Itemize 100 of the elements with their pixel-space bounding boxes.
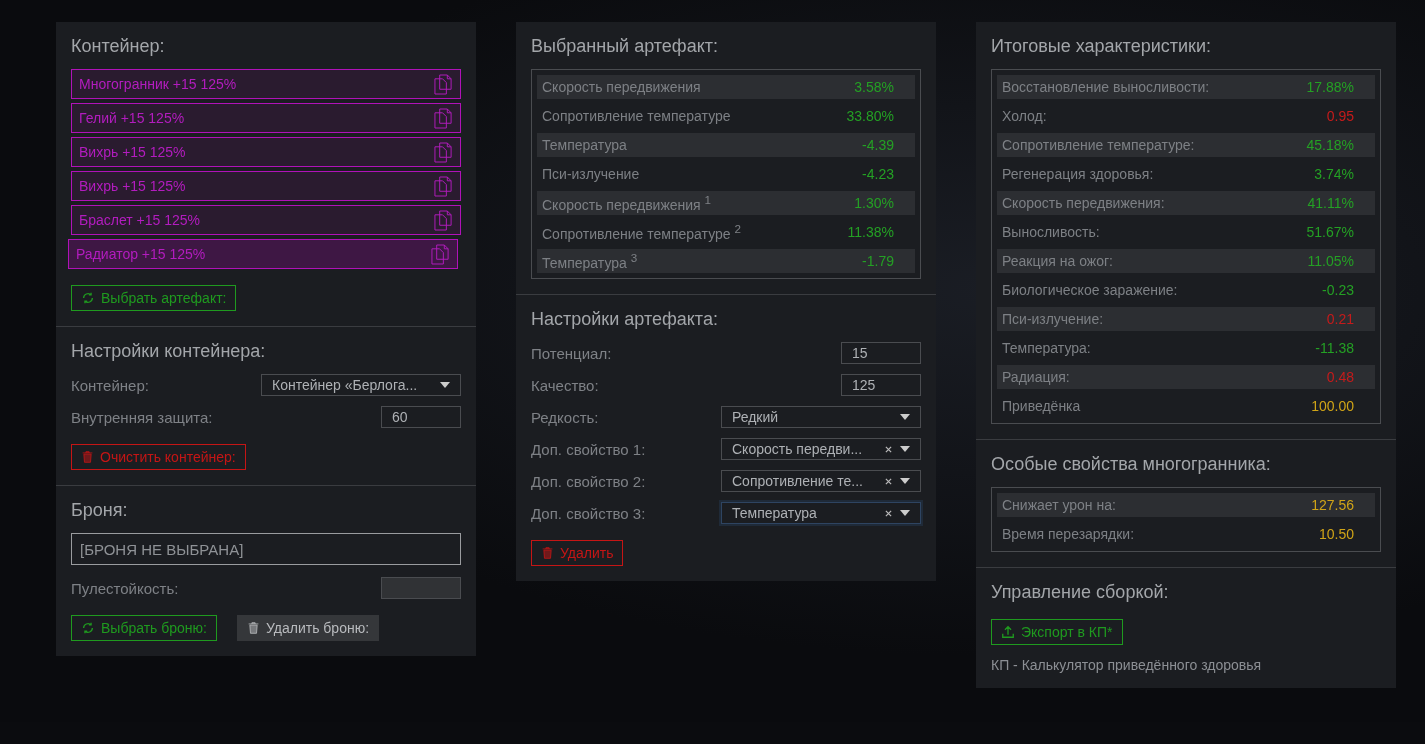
stat-value: 33.80% xyxy=(846,108,894,124)
stat-name: Скорость передвижения: xyxy=(1002,195,1165,211)
stat-name: Время перезарядки: xyxy=(1002,526,1135,542)
delete-button[interactable]: Удалить броню: xyxy=(237,615,380,641)
field-label: Качество: xyxy=(531,376,599,394)
clear-icon[interactable] xyxy=(885,445,892,453)
section-title: Контейнер: xyxy=(71,36,166,57)
delete-button[interactable]: Удалить xyxy=(531,540,624,566)
stat-value: 3.74% xyxy=(1314,166,1354,182)
stat-name: Скорость передвижения xyxy=(542,79,701,95)
caret-icon xyxy=(900,446,910,452)
stat-name: Радиация: xyxy=(1002,369,1070,385)
caret-icon xyxy=(900,414,910,420)
stat-name: Регенерация здоровья: xyxy=(1002,166,1154,182)
stat-value: 11.05% xyxy=(1307,253,1354,269)
dropdown[interactable]: Температура xyxy=(721,502,921,524)
stat-name: Сопротивление температуре $^{2}$ xyxy=(542,222,741,242)
stat-value: 0.48 xyxy=(1326,369,1354,385)
export-button[interactable]: Экспорт в КП* xyxy=(991,619,1123,645)
stat-name: Восстановление выносливости: xyxy=(1002,79,1210,95)
trash-icon xyxy=(541,546,554,560)
artifact-item[interactable]: Гелий +15 125% xyxy=(71,103,461,133)
stat-value: 1.30% xyxy=(854,195,894,211)
stat-name: Приведёнка xyxy=(1002,398,1081,414)
caret-icon xyxy=(900,478,910,484)
stat-value: 0.95 xyxy=(1326,108,1354,124)
artifact-item[interactable]: Вихрь +15 125% xyxy=(71,137,461,167)
section-title: Особые свойства многогранника: xyxy=(991,454,1272,475)
number-field[interactable]: 15 xyxy=(841,342,921,364)
stat-value: 17.88% xyxy=(1306,79,1354,95)
armor-field[interactable]: [БРОНЯ НЕ ВЫБРАНА] xyxy=(71,533,461,565)
stat-name: Снижает урон на: xyxy=(1002,497,1116,513)
stat-value: -0.23 xyxy=(1322,282,1354,298)
number-field[interactable]: 60 xyxy=(381,406,461,428)
number-field[interactable]: 125 xyxy=(841,374,921,396)
dropdown[interactable]: Скорость передви... xyxy=(721,438,921,460)
stat-name: Выносливость: xyxy=(1002,224,1100,240)
section-title: Настройки контейнера: xyxy=(71,341,267,362)
field-label: Доп. свойство 2: xyxy=(531,472,646,490)
select-button[interactable]: Выбрать броню: xyxy=(71,615,217,641)
dropdown[interactable]: Редкий xyxy=(721,406,921,428)
artifact-item[interactable]: Вихрь +15 125% xyxy=(71,171,461,201)
stat-name: Биологическое заражение: xyxy=(1002,282,1178,298)
section-title: Выбранный артефакт: xyxy=(531,36,719,57)
note-text: КП - Калькулятор приведённого здоровья xyxy=(991,657,1263,673)
stat-name: Температура xyxy=(542,137,627,153)
trash-icon xyxy=(247,621,260,635)
section-title: Настройки артефакта: xyxy=(531,309,719,330)
stat-name: Температура $^{3}$ xyxy=(542,251,638,271)
stat-name: Пси-излучение: xyxy=(1002,311,1104,327)
delete-button[interactable]: Очистить контейнер: xyxy=(71,444,246,470)
copy-icon[interactable] xyxy=(431,243,450,265)
stat-name: Пси-излучение xyxy=(542,166,640,182)
stat-value: 127.56 xyxy=(1311,497,1354,513)
refresh-icon xyxy=(81,621,95,635)
dropdown[interactable]: Контейнер «Берлога... xyxy=(261,374,461,396)
artifact-item[interactable]: Многогранник +15 125% xyxy=(71,69,461,99)
stat-name: Сопротивление температуре xyxy=(542,108,731,124)
stat-value: 0.21 xyxy=(1326,311,1354,327)
stat-value: -11.38 xyxy=(1315,340,1354,356)
stat-value: 45.18% xyxy=(1306,137,1354,153)
caret-icon xyxy=(440,382,450,388)
dropdown[interactable]: Сопротивление те... xyxy=(721,470,921,492)
field-label: Доп. свойство 1: xyxy=(531,440,646,458)
section-title: Управление сборкой: xyxy=(991,582,1170,603)
stat-value: -4.23 xyxy=(862,166,894,182)
stat-name: Сопротивление температуре: xyxy=(1002,137,1195,153)
stat-value: 3.58% xyxy=(854,79,894,95)
copy-icon[interactable] xyxy=(434,175,453,197)
field-label: Доп. свойство 3: xyxy=(531,504,646,522)
upload-icon xyxy=(1001,625,1015,639)
stat-value: 41.11% xyxy=(1307,195,1354,211)
copy-icon[interactable] xyxy=(434,73,453,95)
stat-name: Холод: xyxy=(1002,108,1047,124)
stat-value: 100.00 xyxy=(1311,398,1354,414)
copy-icon[interactable] xyxy=(434,107,453,129)
stat-value: 51.67% xyxy=(1306,224,1354,240)
stat-value: -1.79 xyxy=(862,253,894,269)
field-label: Внутренняя защита: xyxy=(71,408,213,426)
trash-icon xyxy=(81,450,94,464)
field-label: Пулестойкость: xyxy=(71,579,179,597)
section-title: Броня: xyxy=(71,500,129,521)
stat-value: -4.39 xyxy=(862,137,894,153)
copy-icon[interactable] xyxy=(434,209,453,231)
clear-icon[interactable] xyxy=(885,509,892,517)
stat-value: 11.38% xyxy=(847,224,894,240)
field-label: Потенциал: xyxy=(531,344,612,362)
caret-icon xyxy=(900,510,910,516)
refresh-icon xyxy=(81,291,95,305)
field-label: Контейнер: xyxy=(71,376,149,394)
select-button[interactable]: Выбрать артефакт: xyxy=(71,285,237,311)
field-label: Редкость: xyxy=(531,408,599,426)
artifact-item[interactable]: Радиатор +15 125% xyxy=(68,239,458,269)
copy-icon[interactable] xyxy=(434,141,453,163)
stat-name: Скорость передвижения $^{1}$ xyxy=(542,193,712,213)
clear-icon[interactable] xyxy=(885,477,892,485)
stat-name: Реакция на ожог: xyxy=(1002,253,1113,269)
section-title: Итоговые характеристики: xyxy=(991,36,1212,57)
stat-name: Температура: xyxy=(1002,340,1091,356)
artifact-item[interactable]: Браслет +15 125% xyxy=(71,205,461,235)
